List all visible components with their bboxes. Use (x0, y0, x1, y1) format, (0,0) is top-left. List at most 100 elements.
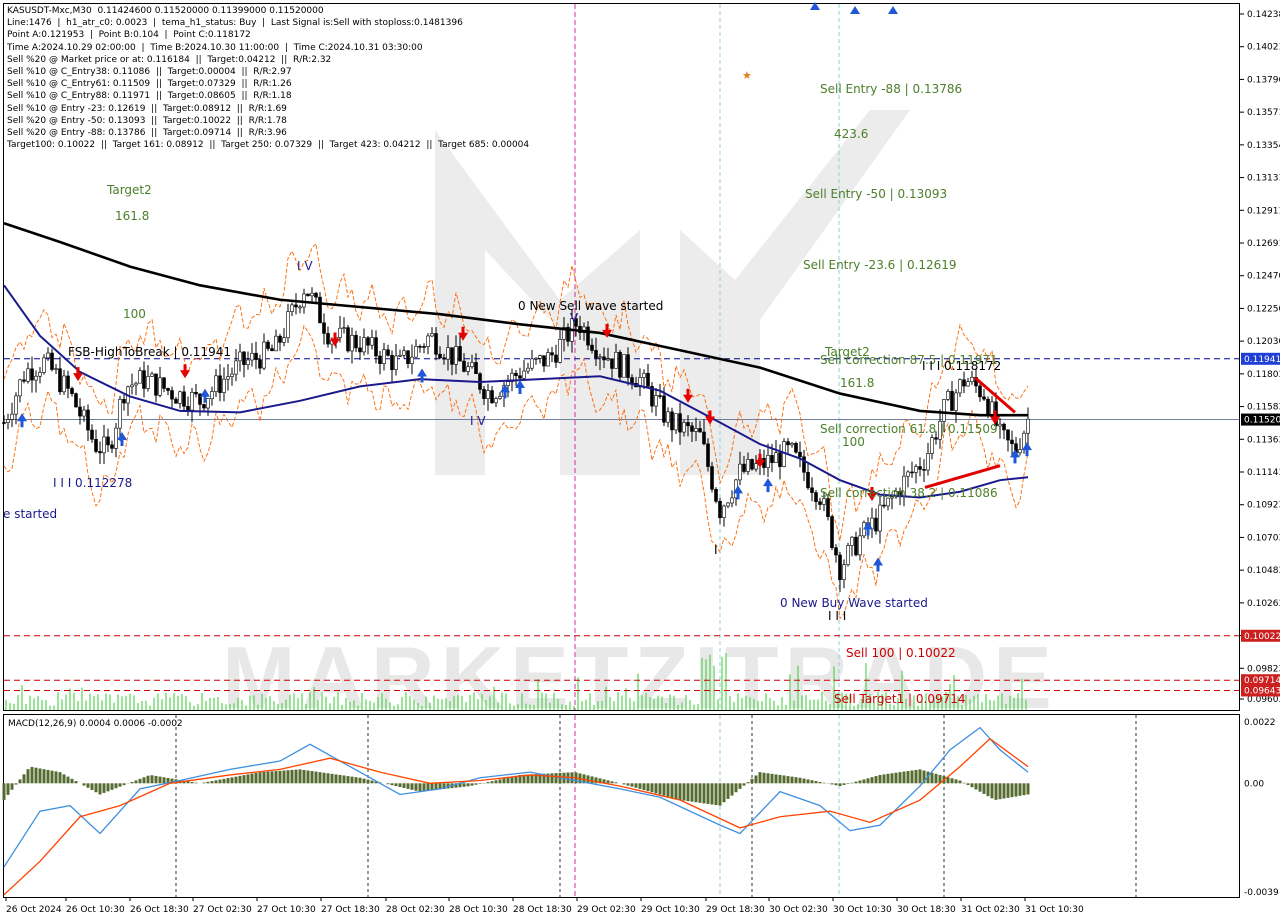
x-tick-label: 28 Oct 18:30 (513, 905, 572, 915)
candle-body (722, 505, 726, 518)
candle-body (426, 335, 430, 347)
candle-body (798, 451, 802, 458)
y-tick-label: 0.12691 (1247, 239, 1280, 249)
candle-body (682, 422, 686, 433)
candle-body (558, 339, 562, 363)
candle-body (542, 355, 546, 367)
price-tag-label: 0.11520 (1244, 416, 1280, 426)
chart-annotation: 161.8 (840, 376, 874, 390)
candle-body (278, 335, 282, 343)
x-tick-label: 26 Oct 2024 (6, 905, 62, 915)
candle-body (50, 352, 54, 370)
candle-body (274, 335, 278, 352)
candle-body (954, 392, 958, 411)
candle-body (494, 398, 498, 404)
candle-body (454, 346, 458, 365)
candle-body (874, 517, 878, 532)
candle-body (958, 379, 962, 394)
candle-body (602, 356, 606, 361)
y-tick-label: 0.12030 (1247, 337, 1280, 347)
candle-body (482, 389, 486, 399)
candle-body (714, 489, 718, 502)
candle-body (490, 390, 494, 404)
candle-body (150, 373, 154, 377)
candle-body (978, 385, 982, 398)
candle-body (234, 360, 238, 375)
candle-body (362, 337, 366, 353)
candle-body (162, 377, 166, 389)
candle-body (346, 327, 350, 352)
candle-body (178, 391, 182, 404)
candle-body (210, 391, 214, 399)
candle-body (926, 453, 930, 471)
candle-body (842, 564, 846, 580)
y-tick-label: 0.10263 (1247, 599, 1280, 609)
macd-tick-label: 0.00 (1244, 779, 1264, 789)
chart-annotation: Sell Entry -88 | 0.13786 (820, 82, 962, 96)
candle-body (138, 370, 142, 384)
candle-body (290, 304, 294, 312)
candle-body (446, 347, 450, 360)
candle-body (662, 395, 666, 423)
x-tick-label: 26 Oct 18:30 (130, 905, 189, 915)
y-tick-label: 0.11143 (1247, 468, 1280, 478)
candle-body (350, 335, 354, 352)
candle-body (130, 384, 134, 388)
candle-body (966, 381, 970, 387)
candle-body (970, 376, 974, 382)
candle-body (742, 463, 746, 472)
y-tick-label: 0.13796 (1247, 75, 1280, 85)
watermark-text: MARKETZITRADE (222, 628, 1058, 727)
candle-body (342, 327, 346, 329)
candle-body (106, 436, 110, 446)
candle-body (730, 497, 734, 504)
candle-body (42, 357, 46, 373)
chart-annotation: I I I (828, 609, 846, 623)
chart-annotation: I (714, 543, 718, 557)
chart-annotation: Sell Target1 | 0.09714 (834, 692, 966, 706)
chart-annotation: Sell Entry -23.6 | 0.12619 (803, 258, 957, 272)
candle-body (466, 366, 470, 372)
candle-body (462, 360, 466, 372)
candle-body (826, 498, 830, 517)
candle-body (14, 395, 18, 415)
x-tick-label: 29 Oct 18:30 (706, 905, 765, 915)
chart-annotation: Sell correction 38.2 | 0.11086 (820, 486, 998, 500)
candle-body (882, 504, 886, 507)
candle-body (646, 372, 650, 387)
candle-body (750, 459, 754, 470)
header-line: KASUSDT-Mxc,M30 0.11424600 0.11520000 0.… (7, 6, 324, 16)
chart-annotation: Sell correction 61.8 | 0.11509 (820, 422, 998, 436)
candle-body (154, 373, 158, 396)
candle-body (302, 293, 306, 308)
candle-body (946, 391, 950, 400)
candle-body (550, 352, 554, 356)
candle-body (622, 354, 626, 378)
candle-body (30, 368, 34, 381)
candle-body (458, 346, 462, 362)
candle-body (262, 341, 266, 369)
candle-body (122, 399, 126, 404)
candle-body (642, 372, 646, 378)
candle-body (718, 500, 722, 518)
candle-body (174, 398, 178, 404)
y-tick-label: 0.10483 (1247, 566, 1280, 576)
chart-annotation: Sell Entry -50 | 0.13093 (805, 187, 947, 201)
header-line: Sell %10 @ C_Entry61: 0.11509 || Target:… (7, 79, 292, 90)
candle-body (190, 391, 194, 411)
candle-body (914, 466, 918, 473)
candle-body (1002, 423, 1006, 431)
candle-body (706, 443, 710, 467)
candle-body (538, 355, 542, 359)
candle-body (498, 396, 502, 399)
x-tick-label: 31 Oct 02:30 (961, 905, 1020, 915)
y-tick-label: 0.09823 (1247, 664, 1280, 674)
candle-body (314, 292, 318, 298)
y-tick-label: 0.13131 (1247, 174, 1280, 184)
y-tick-label: 0.10923 (1247, 501, 1280, 511)
candle-body (514, 372, 518, 377)
candle-body (102, 436, 106, 454)
candle-body (402, 350, 406, 356)
candle-body (814, 492, 818, 503)
candle-body (850, 536, 854, 546)
